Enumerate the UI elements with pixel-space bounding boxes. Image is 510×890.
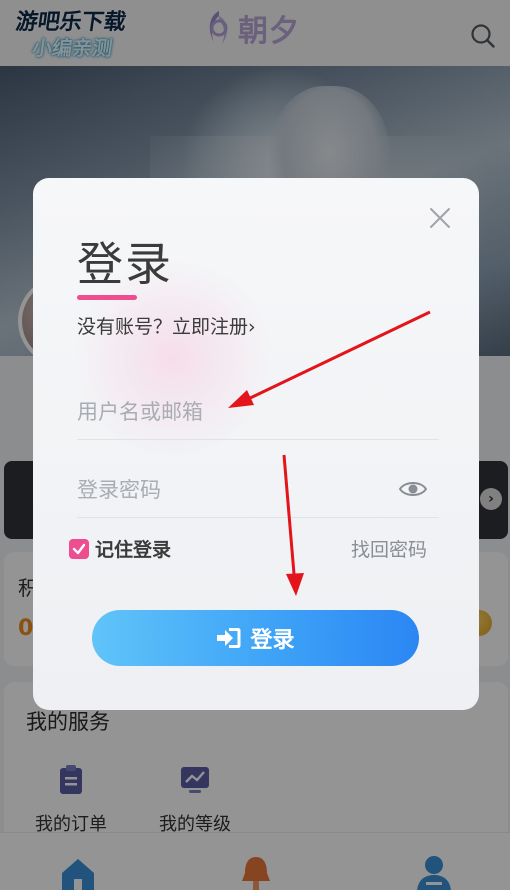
- title-underline: [77, 295, 137, 300]
- forgot-password-link[interactable]: 找回密码: [351, 535, 427, 562]
- password-field: [77, 462, 439, 518]
- password-input[interactable]: [77, 472, 397, 508]
- modal-title: 登录: [77, 237, 173, 291]
- login-modal: 登录 没有账号？立即注册› 记住登录 找回密码 登录: [33, 178, 479, 710]
- register-link-text: 没有账号？立即注册: [77, 316, 249, 338]
- username-input[interactable]: [77, 394, 397, 430]
- sign-in-icon: [217, 628, 241, 648]
- checkmark-icon: [72, 543, 86, 554]
- login-button[interactable]: 登录: [92, 610, 419, 666]
- username-field: [77, 384, 439, 440]
- register-link[interactable]: 没有账号？立即注册›: [77, 312, 256, 339]
- login-button-label: 登录: [250, 628, 295, 653]
- remember-checkbox[interactable]: [69, 538, 89, 559]
- eye-icon[interactable]: [399, 478, 427, 500]
- remember-label: 记住登录: [95, 539, 172, 561]
- chevron-right-icon: ›: [248, 316, 256, 338]
- remember-login-toggle[interactable]: 记住登录: [69, 535, 171, 562]
- close-icon[interactable]: [428, 206, 452, 230]
